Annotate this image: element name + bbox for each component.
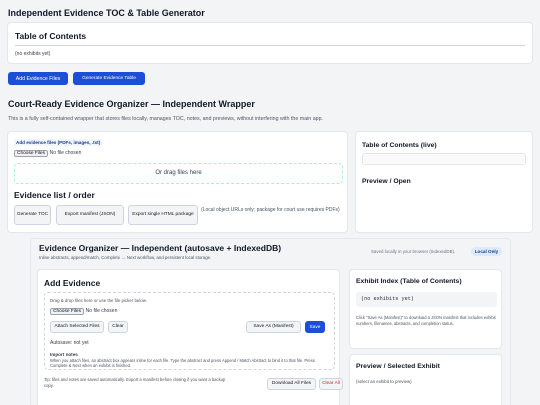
local-only-badge: Local Only: [471, 247, 502, 256]
autosave-status: Autosave: not yet: [50, 340, 89, 346]
attach-selected-files-button[interactable]: Attach Selected Files: [50, 321, 104, 333]
toc-live-box: [362, 153, 526, 165]
wrapper-side-card: Table of Contents (live) Preview / Open: [355, 131, 533, 233]
export-html-package-button[interactable]: Export single HTML package: [128, 205, 198, 225]
file-type-label: Add evidence files (PDFs, images, .txt): [14, 139, 103, 146]
no-file-chosen: No file chosen: [49, 150, 82, 156]
exhibit-index-list: (no exhibits yet): [356, 292, 497, 307]
clear-all-button[interactable]: Clear All: [319, 378, 343, 390]
generate-evidence-table-button[interactable]: Generate Evidence Table: [73, 72, 145, 85]
wrapper-main-card: Add evidence files (PDFs, images, .txt) …: [7, 131, 348, 233]
app-title: Independent Evidence TOC & Table Generat…: [8, 8, 205, 18]
organizer-dropzone[interactable]: Drag & drop files here or use the file p…: [44, 292, 335, 370]
exhibit-index-title: Exhibit Index (Table of Contents): [356, 278, 462, 285]
export-manifest-button[interactable]: Export manifest (JSON): [56, 205, 124, 225]
organizer-subtitle: Inline abstracts, append/match, Complete…: [39, 255, 212, 260]
preview-empty: (select an exhibit to preview): [356, 379, 412, 384]
add-evidence-card: Add Evidence Drag & drop files here or u…: [37, 269, 343, 405]
save-as-manifest-button[interactable]: Save As (Manifest): [246, 321, 301, 333]
wrapper-file-picker[interactable]: Choose Files No file chosen: [14, 150, 81, 157]
organizer-choose-files-button[interactable]: Choose Files: [50, 308, 84, 315]
organizer-file-picker[interactable]: Choose Files No file chosen: [50, 308, 117, 315]
wrapper-note: (Local object URLs only; package for cou…: [201, 207, 340, 213]
preview-open-title: Preview / Open: [362, 178, 411, 185]
wrapper-dropzone[interactable]: Or drag files here: [14, 163, 343, 184]
wrapper-description: This is a fully self-contained wrapper t…: [8, 116, 324, 122]
generate-toc-button[interactable]: Generate TOC: [14, 205, 51, 225]
top-toc-empty: (no exhibits yet): [15, 51, 51, 57]
import-notes-title: Import notes: [50, 352, 78, 357]
download-all-files-button[interactable]: Download All Files: [267, 378, 316, 390]
organizer-title: Evidence Organizer — Independent (autosa…: [39, 243, 282, 253]
autosave-tip: Tip: files and notes are saved automatic…: [44, 377, 226, 388]
add-evidence-files-button[interactable]: Add Evidence Files: [8, 72, 68, 85]
evidence-list-title: Evidence list / order: [14, 190, 95, 200]
save-button[interactable]: Save: [305, 321, 325, 333]
wrapper-title: Court-Ready Evidence Organizer — Indepen…: [8, 99, 255, 109]
top-toc-card: Table of Contents (no exhibits yet): [7, 22, 533, 64]
organizer-no-file-chosen: No file chosen: [85, 308, 118, 314]
preview-selected-title: Preview / Selected Exhibit: [356, 363, 440, 370]
top-toc-divider: [15, 45, 525, 46]
top-toc-title: Table of Contents: [15, 31, 87, 41]
drop-hint: Drag & drop files here or use the file p…: [50, 298, 147, 303]
add-evidence-title: Add Evidence: [44, 278, 101, 288]
toc-live-title: Table of Contents (live): [362, 142, 437, 149]
clear-button[interactable]: Clear: [108, 321, 128, 333]
choose-files-button[interactable]: Choose Files: [14, 150, 48, 157]
exhibit-index-help: Click "Save As (Manifest)" to download a…: [356, 315, 496, 326]
organizer-panel: Evidence Organizer — Independent (autosa…: [30, 238, 511, 405]
preview-card: Preview / Selected Exhibit (select an ex…: [349, 354, 502, 405]
exhibit-index-card: Exhibit Index (Table of Contents) (no ex…: [349, 269, 502, 349]
saved-locally-note: Saved locally in your browser (IndexedDB…: [371, 249, 456, 254]
import-notes-text: When you attach files, an abstract box a…: [50, 358, 315, 369]
dropzone-text: Or drag files here: [155, 170, 202, 176]
